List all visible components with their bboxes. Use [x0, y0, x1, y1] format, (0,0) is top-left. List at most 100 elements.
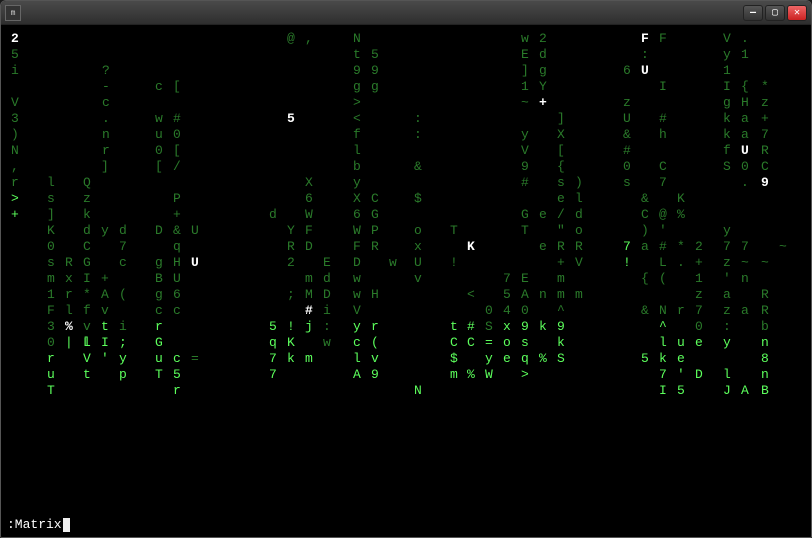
- matrix-char: 0: [47, 239, 56, 255]
- matrix-char: W: [305, 207, 314, 223]
- matrix-char: ~: [741, 255, 750, 271]
- matrix-char: [623, 207, 632, 223]
- matrix-char: 7: [119, 239, 128, 255]
- matrix-char: 9: [521, 159, 530, 175]
- matrix-char: +: [695, 255, 704, 271]
- matrix-char: [641, 287, 650, 303]
- matrix-char: ]: [47, 207, 56, 223]
- matrix-char: [539, 255, 548, 271]
- matrix-column: l: [83, 31, 92, 351]
- matrix-char: U: [173, 271, 182, 287]
- matrix-char: j: [305, 319, 314, 335]
- matrix-char: [677, 287, 686, 303]
- matrix-char: [741, 335, 750, 351]
- vim-command-line[interactable]: :Matrix: [7, 517, 70, 533]
- matrix-char: [269, 239, 278, 255]
- matrix-char: u: [47, 367, 56, 383]
- matrix-char: w: [155, 111, 164, 127]
- matrix-char: x: [503, 319, 512, 335]
- matrix-char: [371, 255, 380, 271]
- matrix-char: m: [557, 271, 566, 287]
- matrix-char: 0: [695, 319, 704, 335]
- matrix-char: G: [521, 207, 530, 223]
- matrix-char: ): [641, 223, 650, 239]
- matrix-column: , X6WFD mM#j m: [305, 31, 314, 367]
- terminal[interactable]: 25i V3)N,r>+ ls]K0sm1F30ruT Rxrl%| QzkdC…: [1, 25, 811, 537]
- matrix-rain: 25i V3)N,r>+ ls]K0sm1F30ruT Rxrl%| QzkdC…: [5, 31, 807, 515]
- matrix-char: ': [659, 223, 668, 239]
- matrix-char: (: [659, 271, 668, 287]
- matrix-char: [11, 79, 20, 95]
- matrix-char: G: [371, 207, 380, 223]
- matrix-char: u: [155, 351, 164, 367]
- matrix-char: v: [371, 351, 380, 367]
- matrix-char: [155, 175, 164, 191]
- matrix-char: 5: [173, 367, 182, 383]
- matrix-char: [287, 127, 296, 143]
- matrix-char: s: [47, 255, 56, 271]
- matrix-char: [414, 335, 423, 351]
- matrix-char: [641, 95, 650, 111]
- matrix-char: 2: [695, 239, 704, 255]
- matrix-char: [191, 319, 200, 335]
- matrix-char: d: [119, 223, 128, 239]
- matrix-char: y: [723, 335, 732, 351]
- matrix-char: [155, 95, 164, 111]
- matrix-char: !: [287, 319, 296, 335]
- matrix-char: a: [741, 127, 750, 143]
- matrix-char: H: [741, 95, 750, 111]
- matrix-char: [414, 175, 423, 191]
- minimize-button[interactable]: —: [743, 5, 763, 21]
- matrix-char: +: [539, 95, 548, 111]
- matrix-char: [539, 335, 548, 351]
- matrix-char: .: [102, 111, 111, 127]
- close-button[interactable]: ✕: [787, 5, 807, 21]
- titlebar[interactable]: m — ▢ ✕: [1, 1, 811, 25]
- matrix-char: [101, 207, 110, 223]
- matrix-char: [659, 287, 668, 303]
- matrix-column: Nt9g><flbyX6WFDwwVyclA: [353, 31, 362, 383]
- matrix-char: [659, 63, 668, 79]
- matrix-char: z: [723, 255, 732, 271]
- matrix-char: m: [305, 351, 314, 367]
- matrix-char: [191, 271, 200, 287]
- matrix-char: 1: [47, 287, 56, 303]
- matrix-char: [: [173, 79, 182, 95]
- matrix-char: 1: [741, 47, 750, 63]
- matrix-char: [623, 31, 632, 47]
- matrix-char: g: [539, 63, 548, 79]
- matrix-char: f: [353, 127, 362, 143]
- matrix-char: [723, 207, 732, 223]
- matrix-char: ,: [305, 31, 314, 47]
- matrix-char: 7: [623, 239, 632, 255]
- matrix-char: U: [641, 63, 650, 79]
- maximize-button[interactable]: ▢: [765, 5, 785, 21]
- matrix-char: P: [371, 223, 380, 239]
- matrix-char: [659, 143, 668, 159]
- matrix-char: >: [353, 95, 362, 111]
- matrix-char: [677, 223, 686, 239]
- matrix-char: r: [47, 351, 56, 367]
- matrix-char: T: [155, 367, 164, 383]
- matrix-char: [287, 303, 296, 319]
- matrix-char: [641, 335, 650, 351]
- matrix-char: F: [305, 223, 314, 239]
- matrix-char: [450, 303, 459, 319]
- matrix-char: g: [155, 287, 164, 303]
- matrix-char: o: [503, 335, 512, 351]
- matrix-char: &: [414, 159, 423, 175]
- matrix-char: b: [353, 159, 362, 175]
- matrix-char: !: [450, 255, 459, 271]
- matrix-char: P: [173, 191, 182, 207]
- matrix-char: s: [623, 175, 632, 191]
- matrix-char: [539, 271, 548, 287]
- matrix-char: [269, 303, 278, 319]
- matrix-char: +: [557, 255, 566, 271]
- matrix-char: 7: [269, 351, 278, 367]
- matrix-char: v: [101, 303, 110, 319]
- matrix-char: <: [467, 287, 476, 303]
- matrix-char: ~: [761, 255, 770, 271]
- matrix-char: %: [677, 207, 686, 223]
- matrix-char: X: [305, 175, 314, 191]
- matrix-char: X: [557, 127, 566, 143]
